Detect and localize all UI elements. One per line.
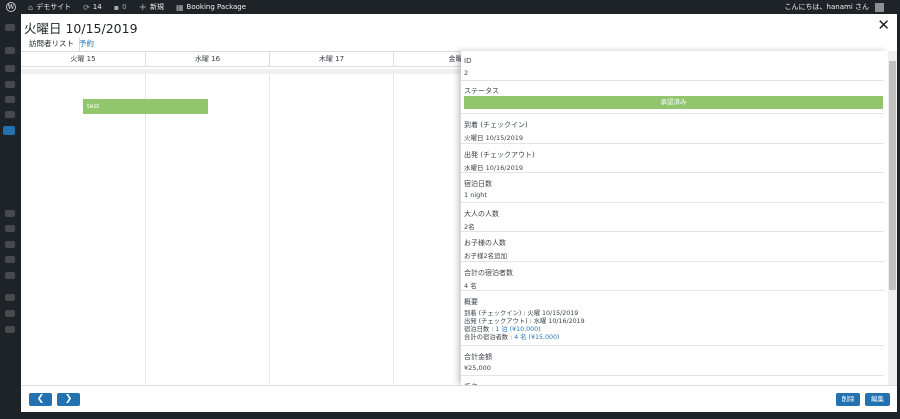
- summary-guests: 合計の宿泊者数 : 4 名 (¥15,000): [464, 332, 559, 341]
- comments-menu-icon[interactable]: [5, 96, 15, 103]
- plus-icon: +: [138, 1, 147, 13]
- share-menu-icon[interactable]: [5, 294, 15, 301]
- dashboard-menu-icon[interactable]: [5, 24, 15, 31]
- updates-icon: ⟳: [83, 2, 90, 12]
- field-label: ID: [464, 57, 472, 65]
- detail-scrollbar-thumb[interactable]: [889, 61, 896, 290]
- new-content-menu[interactable]: + 新規: [133, 0, 170, 14]
- field-value: 水曜日 10/16/2019: [464, 164, 524, 172]
- avatar: [875, 2, 884, 12]
- field-label: 概要: [464, 298, 478, 306]
- field-value: 火曜日 10/15/2019: [464, 134, 524, 142]
- day-header-wed: 水曜 16: [146, 52, 270, 67]
- field-total-guests: 合計の宿泊者数 4 名: [461, 262, 884, 291]
- day-column: [146, 74, 270, 385]
- summary-guests-value: 4 名 (¥15,000): [514, 334, 560, 341]
- media-menu-icon[interactable]: [5, 65, 15, 72]
- updates-count: 14: [92, 3, 102, 11]
- admin-bar: W ⌂ デモサイト ⟳ 14 ▪ 0 + 新規 ▦ Booking Packag…: [0, 0, 900, 14]
- summary-guests-label: 合計の宿泊者数 :: [464, 334, 515, 341]
- field-value: 1 night: [464, 191, 487, 199]
- day-column: [270, 74, 394, 385]
- field-children: お子様の人数 お子様2名追加: [461, 232, 884, 262]
- field-value: 2: [464, 69, 469, 77]
- day-header-thu: 木曜 17: [270, 52, 394, 67]
- field-name: 氏名: [461, 376, 884, 385]
- users-menu-icon[interactable]: [5, 241, 15, 248]
- pages-menu-icon[interactable]: [5, 81, 15, 88]
- prev-day-button[interactable]: ❮: [29, 393, 52, 406]
- site-name-label: デモサイト: [36, 3, 72, 11]
- seo-menu-icon[interactable]: [5, 310, 15, 317]
- settings-menu-icon[interactable]: [5, 272, 15, 279]
- field-label: 出発 (チェックアウト): [464, 151, 535, 159]
- comments-menu[interactable]: ▪ 0: [108, 0, 133, 14]
- day-header-tue: 火曜 15: [21, 52, 146, 67]
- appearance-menu-icon[interactable]: [5, 210, 15, 217]
- field-nights: 宿泊日数 1 night: [461, 173, 884, 203]
- posts-menu-icon[interactable]: [5, 47, 15, 54]
- chevron-right-icon: ❯: [64, 394, 73, 404]
- comments-count: 0: [122, 3, 127, 11]
- booking-package-label: Booking Package: [186, 3, 247, 11]
- reservation-detail-panel: ID 2 ステータス 承認済み 到着 (チェックイン) 火曜日 10/15/20…: [461, 51, 888, 385]
- next-day-button[interactable]: ❯: [57, 393, 80, 406]
- my-account-menu[interactable]: こんにちは、hanami さん: [779, 0, 900, 14]
- delete-button[interactable]: 削除: [836, 393, 860, 406]
- field-checkin: 到着 (チェックイン) 火曜日 10/15/2019: [461, 114, 884, 144]
- site-name-menu[interactable]: ⌂ デモサイト: [22, 0, 77, 14]
- greeting-label: こんにちは、hanami さん: [784, 3, 869, 11]
- modal-title: 火曜日 10/15/2019: [24, 21, 138, 36]
- tools-menu-icon[interactable]: [5, 256, 15, 263]
- home-icon: ⌂: [28, 2, 34, 12]
- field-label: 合計金額: [464, 353, 492, 361]
- field-value: お子様2名追加: [464, 252, 508, 260]
- week-calendar: 火曜 15 水曜 16 木曜 17 金曜 test: [21, 52, 518, 385]
- field-label: お子様の人数: [464, 239, 506, 247]
- tab-visitor-list[interactable]: 訪問者リスト: [24, 37, 80, 52]
- field-id: ID 2: [461, 51, 884, 81]
- feedback-menu-icon[interactable]: [5, 111, 15, 118]
- wordpress-logo-icon: W: [6, 2, 16, 12]
- field-value: 2名: [464, 223, 475, 231]
- field-checkout: 出発 (チェックアウト) 水曜日 10/16/2019: [461, 144, 884, 173]
- field-value: 4 名: [464, 282, 477, 290]
- new-content-label: 新規: [149, 3, 164, 11]
- field-label: 大人の人数: [464, 210, 499, 218]
- close-button[interactable]: ✕: [877, 17, 890, 33]
- booking-package-menu[interactable]: ▦ Booking Package: [170, 0, 252, 14]
- day-column: [21, 74, 146, 385]
- booking-menu-icon[interactable]: [3, 126, 15, 135]
- tab-reservation[interactable]: 予約: [74, 37, 99, 52]
- reservation-event[interactable]: test: [83, 99, 208, 114]
- field-value: ¥25,000: [464, 364, 491, 372]
- wp-logo-menu[interactable]: W: [0, 0, 22, 14]
- field-label: 合計の宿泊者数: [464, 269, 513, 277]
- updates-menu[interactable]: ⟳ 14: [77, 0, 108, 14]
- modal-tabs: 訪問者リスト 予約: [21, 36, 897, 52]
- field-summary: 概要 到着 (チェックイン) : 火曜 10/15/2019 出発 (チェックア…: [461, 291, 884, 346]
- reservation-modal: 火曜日 10/15/2019 ✕ 訪問者リスト 予約 火曜 15 水曜 16 木…: [21, 14, 897, 412]
- plugins-menu-icon[interactable]: [5, 225, 15, 232]
- field-total-amount: 合計金額 ¥25,000: [461, 346, 884, 376]
- modal-footer: ❮ ❯ 削除 編集: [21, 385, 897, 412]
- field-label: 宿泊日数: [464, 180, 492, 188]
- close-icon: ✕: [877, 16, 890, 34]
- field-label: ステータス: [464, 87, 499, 95]
- admin-side-menu: [0, 14, 21, 419]
- chevron-left-icon: ❮: [36, 394, 45, 404]
- status-badge[interactable]: 承認済み: [464, 96, 883, 109]
- collapse-menu-icon[interactable]: [5, 326, 15, 333]
- field-label: 到着 (チェックイン): [464, 121, 528, 129]
- calendar-icon: ▦: [175, 2, 184, 12]
- edit-button[interactable]: 編集: [865, 393, 890, 406]
- field-adults: 大人の人数 2名: [461, 203, 884, 232]
- comment-icon: ▪: [113, 2, 120, 12]
